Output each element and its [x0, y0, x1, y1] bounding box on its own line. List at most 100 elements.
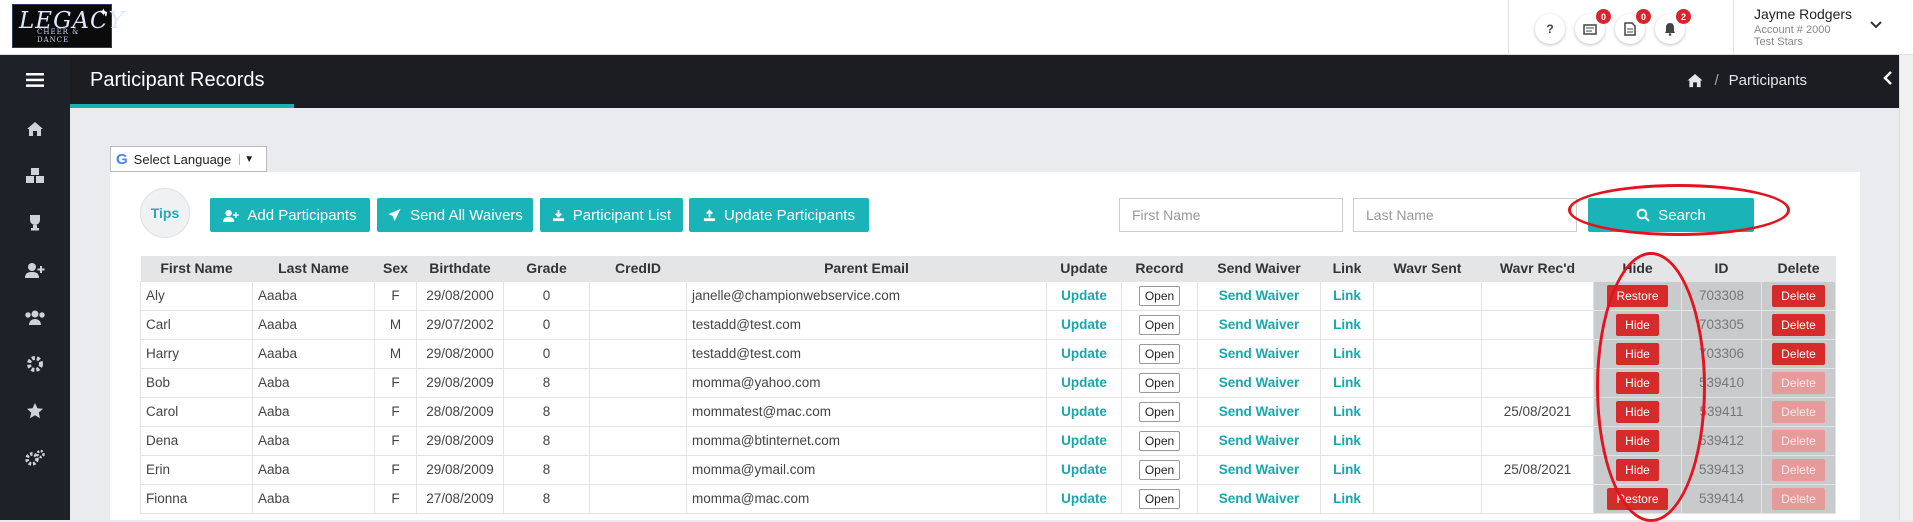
breadcrumb-separator: /: [1714, 72, 1719, 89]
cell-grade: 0: [503, 338, 590, 369]
messages-button[interactable]: 0: [1575, 9, 1611, 44]
delete-button[interactable]: Delete: [1772, 429, 1825, 452]
col-last-name[interactable]: Last Name: [252, 256, 375, 281]
update-link[interactable]: Update: [1046, 367, 1122, 398]
user-menu[interactable]: Jayme Rodgers Account # 2000 Test Stars: [1754, 6, 1852, 48]
link-link[interactable]: Link: [1320, 309, 1374, 340]
update-participants-button[interactable]: Update Participants: [689, 198, 869, 232]
update-link[interactable]: Update: [1046, 338, 1122, 369]
send-waiver-link[interactable]: Send Waiver: [1197, 483, 1321, 514]
link-link[interactable]: Link: [1320, 367, 1374, 398]
open-record-button[interactable]: Open: [1138, 286, 1181, 306]
home-icon[interactable]: [0, 105, 70, 152]
send-all-waivers-button[interactable]: Send All Waivers: [377, 198, 533, 232]
cell-last-name: Aaba: [252, 483, 375, 514]
update-link[interactable]: Update: [1046, 483, 1122, 514]
page-title: Participant Records: [90, 69, 265, 91]
add-user-icon[interactable]: [0, 246, 70, 293]
notifications-button[interactable]: 2: [1655, 9, 1691, 44]
notifications-badge: 2: [1676, 9, 1691, 24]
cell-delete: Delete: [1761, 338, 1836, 369]
delete-button[interactable]: Delete: [1772, 487, 1825, 510]
cell-last-name: Aaba: [252, 425, 375, 456]
update-link[interactable]: Update: [1046, 454, 1122, 485]
send-waiver-link[interactable]: Send Waiver: [1197, 367, 1321, 398]
trophy-icon[interactable]: [0, 199, 70, 246]
cubes-icon[interactable]: [0, 152, 70, 199]
delete-button[interactable]: Delete: [1772, 400, 1825, 423]
col-wavr-sent[interactable]: Wavr Sent: [1373, 256, 1482, 281]
open-record-button[interactable]: Open: [1138, 373, 1181, 393]
cell-birthdate: 29/08/2000: [416, 338, 504, 369]
table-row: Carl Aaaba M 29/07/2002 0 testadd@test.com Upd…: [140, 309, 1836, 340]
cell-sex: F: [374, 454, 417, 485]
send-waiver-link[interactable]: Send Waiver: [1197, 454, 1321, 485]
delete-button[interactable]: Delete: [1772, 284, 1825, 307]
table-row: Aly Aaaba F 29/08/2000 0 janelle@championwebs…: [140, 280, 1836, 311]
hamburger-menu-icon[interactable]: [0, 55, 70, 105]
last-name-search-input[interactable]: Last Name: [1353, 198, 1577, 232]
delete-button[interactable]: Delete: [1772, 458, 1825, 481]
cell-record: Open: [1121, 367, 1198, 398]
participants-card: Tips Add Participants Send All Waivers P…: [110, 172, 1860, 522]
link-link[interactable]: Link: [1320, 338, 1374, 369]
cell-grade: 8: [503, 396, 590, 427]
send-waiver-link[interactable]: Send Waiver: [1197, 309, 1321, 340]
gear-icon[interactable]: [0, 340, 70, 387]
add-participants-label: Add Participants: [247, 206, 357, 224]
open-record-button[interactable]: Open: [1138, 489, 1181, 509]
page-scrollbar[interactable]: [1899, 55, 1913, 520]
cell-parent-email: momma@mac.com: [686, 483, 1047, 514]
send-waiver-link[interactable]: Send Waiver: [1197, 396, 1321, 427]
delete-button[interactable]: Delete: [1772, 342, 1825, 365]
send-waiver-link[interactable]: Send Waiver: [1197, 280, 1321, 311]
cogs-icon[interactable]: [0, 434, 70, 481]
delete-button[interactable]: Delete: [1772, 313, 1825, 336]
home-icon[interactable]: [1686, 73, 1704, 88]
add-participants-button[interactable]: Add Participants: [210, 198, 370, 232]
participant-list-button[interactable]: Participant List: [540, 198, 683, 232]
update-link[interactable]: Update: [1046, 309, 1122, 340]
chevron-left-icon[interactable]: [1883, 69, 1893, 92]
language-select[interactable]: G Select Language ▼: [110, 146, 267, 172]
col-parent-email[interactable]: Parent Email: [686, 256, 1047, 281]
cell-credid: [589, 396, 687, 427]
link-link[interactable]: Link: [1320, 483, 1374, 514]
col-sex[interactable]: Sex: [374, 256, 417, 281]
cell-wavr-recd: [1481, 483, 1594, 514]
table-row: Fionna Aaba F 27/08/2009 8 momma@mac.com Updat…: [140, 483, 1836, 514]
link-link[interactable]: Link: [1320, 425, 1374, 456]
legacy-logo[interactable]: LEGACY ✦ CHEER & DANCE: [12, 4, 124, 48]
open-record-button[interactable]: Open: [1138, 402, 1181, 422]
col-first-name[interactable]: First Name: [140, 256, 253, 281]
delete-button[interactable]: Delete: [1772, 371, 1825, 394]
page-header: Participant Records / Participants: [70, 55, 1913, 108]
send-waiver-link[interactable]: Send Waiver: [1197, 425, 1321, 456]
link-link[interactable]: Link: [1320, 396, 1374, 427]
update-link[interactable]: Update: [1046, 280, 1122, 311]
update-link[interactable]: Update: [1046, 425, 1122, 456]
col-birthdate[interactable]: Birthdate: [416, 256, 504, 281]
open-record-button[interactable]: Open: [1138, 431, 1181, 451]
documents-button[interactable]: 0: [1615, 9, 1651, 44]
breadcrumb-participants[interactable]: Participants: [1729, 72, 1807, 89]
col-grade[interactable]: Grade: [503, 256, 590, 281]
open-record-button[interactable]: Open: [1138, 315, 1181, 335]
link-link[interactable]: Link: [1320, 280, 1374, 311]
star-icon[interactable]: [0, 387, 70, 434]
update-link[interactable]: Update: [1046, 396, 1122, 427]
col-id[interactable]: ID: [1681, 256, 1762, 281]
col-credid[interactable]: CredID: [589, 256, 687, 281]
open-record-button[interactable]: Open: [1138, 460, 1181, 480]
first-name-search-input[interactable]: First Name: [1119, 198, 1343, 232]
col-wavr-recd[interactable]: Wavr Rec'd: [1481, 256, 1594, 281]
chevron-down-icon[interactable]: [1870, 16, 1882, 34]
send-waiver-link[interactable]: Send Waiver: [1197, 338, 1321, 369]
link-link[interactable]: Link: [1320, 454, 1374, 485]
tips-button[interactable]: Tips: [140, 188, 190, 238]
bell-icon: [1665, 23, 1675, 36]
help-button[interactable]: ?: [1535, 14, 1565, 44]
users-icon[interactable]: [0, 293, 70, 340]
open-record-button[interactable]: Open: [1138, 344, 1181, 364]
cell-wavr-recd: [1481, 425, 1594, 456]
